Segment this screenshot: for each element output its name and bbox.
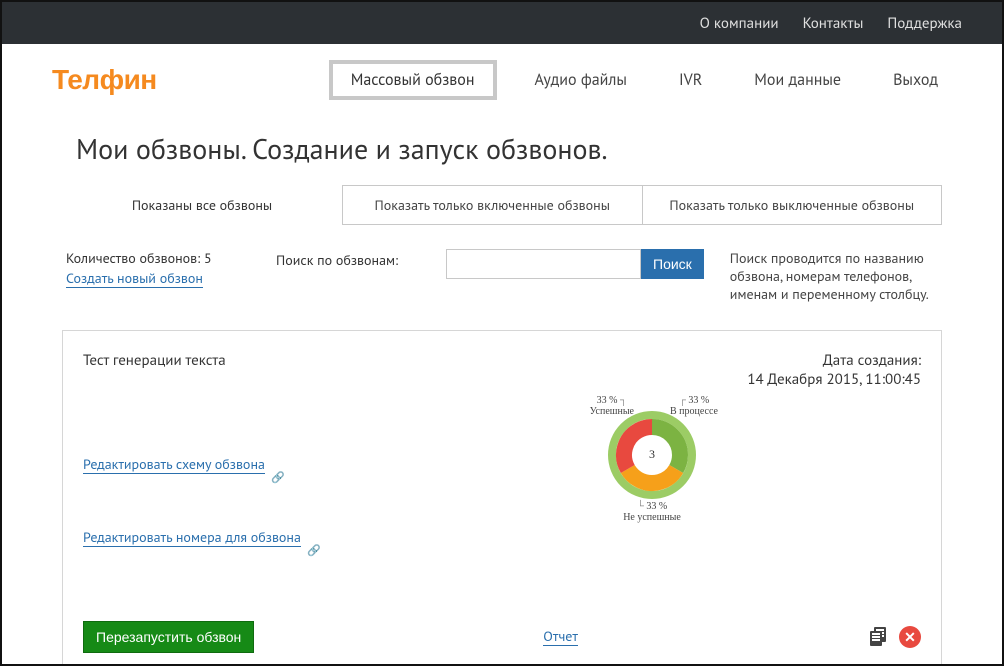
- topnav-about[interactable]: О компании: [700, 14, 779, 33]
- search-button[interactable]: Поиск: [641, 249, 704, 279]
- chart-label-success: 33 % ┐ Успешные: [590, 395, 634, 417]
- topnav-contacts[interactable]: Контакты: [803, 14, 864, 33]
- copy-icon[interactable]: [867, 627, 887, 647]
- filter-only-on-button[interactable]: Показать только включенные обзвоны: [342, 185, 643, 225]
- card-date-value: 14 Декабря 2015, 11:00:45: [747, 370, 921, 389]
- nav-mass-call[interactable]: Массовый обзвон: [329, 60, 497, 100]
- filter-row: Показаны все обзвоны Показать только вкл…: [62, 185, 942, 225]
- search-input[interactable]: [446, 249, 641, 279]
- chart-label-failed: └ 33 % Не успешные: [623, 501, 681, 523]
- top-nav: О компании Контакты Поддержка: [2, 2, 1002, 44]
- chart-label-inprogress: ┌ 33 % В процессе: [670, 395, 718, 417]
- card-date-label: Дата создания:: [747, 351, 921, 370]
- edit-scheme-link[interactable]: Редактировать схему обзвона: [83, 455, 265, 474]
- call-count-label: Количество обзвонов: 5: [66, 249, 256, 267]
- card-title: Тест генерации текста: [83, 351, 226, 389]
- main-nav: Массовый обзвон Аудио файлы IVR Мои данн…: [329, 60, 952, 100]
- logo: Телфин: [52, 64, 157, 96]
- nav-ivr[interactable]: IVR: [665, 62, 716, 98]
- filter-show-all: Показаны все обзвоны: [62, 185, 342, 225]
- nav-audio-files[interactable]: Аудио файлы: [521, 62, 641, 98]
- chart-center-value: 3: [639, 442, 665, 468]
- search-label: Поиск по обзвонам:: [276, 249, 426, 269]
- restart-button[interactable]: Перезапустить обзвон: [83, 621, 254, 653]
- nav-logout[interactable]: Выход: [879, 62, 952, 98]
- search-hint: Поиск проводится по названию обзвона, но…: [724, 249, 938, 304]
- page-title: Мои обзвоны. Создание и запуск обзвонов.: [76, 130, 942, 167]
- delete-icon[interactable]: ✕: [899, 626, 921, 648]
- create-call-link[interactable]: Создать новый обзвон: [66, 269, 203, 288]
- chain-icon: 🔗: [271, 471, 285, 485]
- call-card: Тест генерации текста Дата создания: 14 …: [62, 330, 942, 666]
- header: Телфин Массовый обзвон Аудио файлы IVR М…: [2, 44, 1002, 110]
- search-row: Количество обзвонов: 5 Создать новый обз…: [62, 249, 942, 304]
- edit-numbers-link[interactable]: Редактировать номера для обзвона: [83, 528, 301, 547]
- status-chart: 3 33 % ┐ Успешные ┌ 33 % В процессе └ 33…: [383, 395, 921, 525]
- topnav-support[interactable]: Поддержка: [887, 14, 962, 33]
- filter-only-off-button[interactable]: Показать только выключенные обзвоны: [643, 185, 943, 225]
- nav-my-data[interactable]: Мои данные: [740, 62, 855, 98]
- chain-icon: 🔗: [307, 544, 321, 558]
- report-link[interactable]: Отчет: [543, 627, 578, 646]
